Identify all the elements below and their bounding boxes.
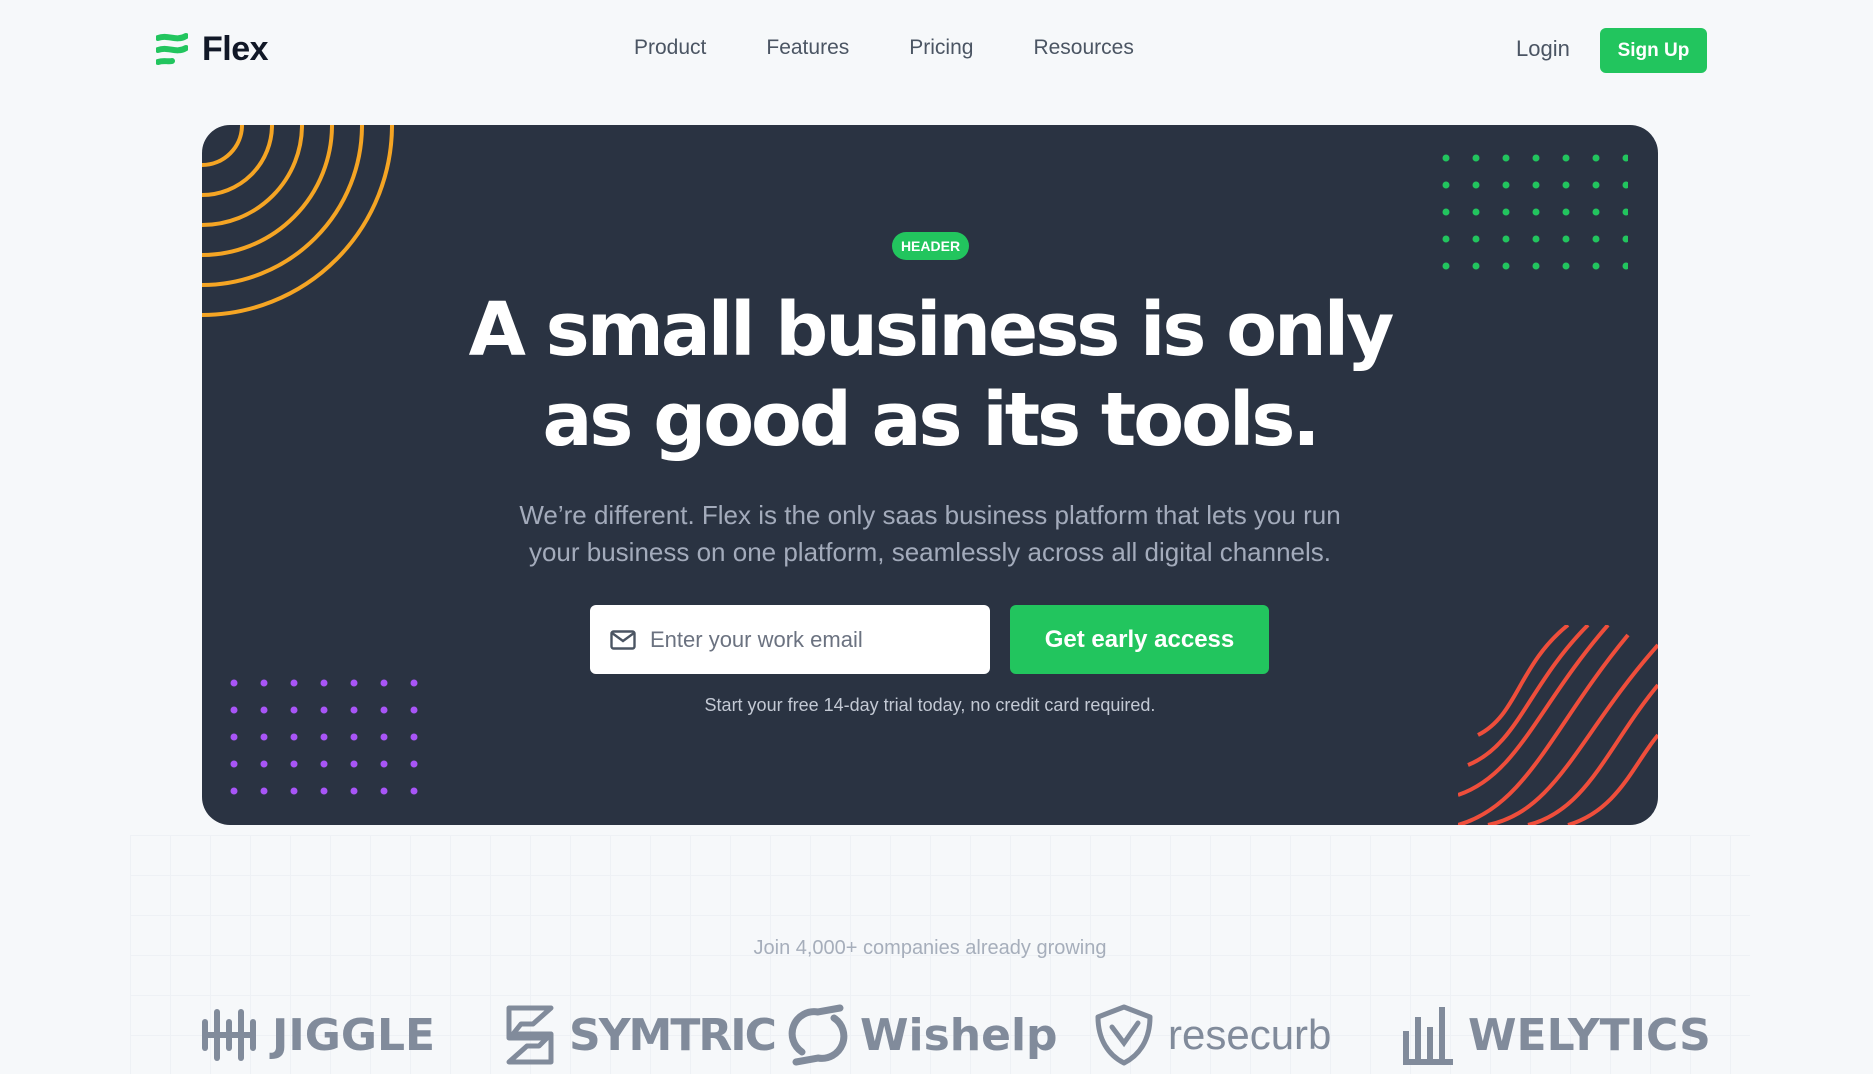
- nav-link-features[interactable]: Features: [766, 36, 849, 60]
- mail-icon: [610, 629, 636, 650]
- company-logo-symtric: SYMTRIC: [503, 1000, 777, 1070]
- brand-logo[interactable]: Flex: [156, 30, 269, 69]
- welytics-icon: [1403, 1007, 1453, 1065]
- company-logos: JIGGLE SYMTRIC Wishelp resecurb WELYTICS: [200, 1000, 1711, 1070]
- nav-links: Product Features Pricing Resources: [634, 36, 1134, 60]
- headline-line-1: A small business is only: [468, 287, 1395, 373]
- wishelp-icon: [788, 1004, 848, 1066]
- header-badge: HEADER: [892, 232, 969, 260]
- trial-note: Start your free 14-day trial today, no c…: [704, 695, 1156, 715]
- company-name-welytics: WELYTICS: [1468, 1009, 1711, 1061]
- flex-logo-icon: [156, 32, 188, 65]
- symtric-icon: [506, 1005, 554, 1065]
- purple-dots-decoration: [230, 679, 418, 795]
- social-proof-heading: Join 4,000+ companies already growing: [753, 937, 1107, 959]
- company-logo-welytics: WELYTICS: [1400, 1000, 1711, 1070]
- company-logo-resecurb: resecurb: [1092, 1000, 1331, 1070]
- company-logo-jiggle: JIGGLE: [200, 1000, 435, 1070]
- resecurb-shield-icon: [1095, 1004, 1153, 1066]
- headline-line-2: as good as its tools.: [542, 377, 1321, 463]
- nav-link-pricing[interactable]: Pricing: [909, 36, 973, 60]
- get-early-access-button[interactable]: Get early access: [1010, 605, 1269, 674]
- company-name-wishelp: Wishelp: [860, 1009, 1058, 1061]
- subtext-line-1: We’re different. Flex is the only saas b…: [519, 500, 1341, 530]
- subtext-line-2: your business on one platform, seamlessl…: [528, 537, 1332, 567]
- hero-card: HEADER A small business is only as good …: [202, 125, 1658, 825]
- jiggle-icon: [202, 1009, 256, 1061]
- red-waves-decoration: [1458, 625, 1658, 825]
- hero-headline: A small business is only as good as its …: [352, 285, 1508, 465]
- green-dots-decoration: [1442, 154, 1628, 270]
- email-field-wrapper[interactable]: [590, 605, 990, 674]
- brand-name: Flex: [202, 30, 269, 68]
- company-name-symtric: SYMTRIC: [569, 1009, 777, 1061]
- hero-subtext: We’re different. Flex is the only saas b…: [462, 497, 1398, 571]
- company-name-jiggle: JIGGLE: [272, 1009, 436, 1061]
- login-link[interactable]: Login: [1516, 36, 1570, 62]
- top-nav: Flex Product Features Pricing Resources …: [0, 0, 1873, 100]
- company-name-resecurb: resecurb: [1168, 1011, 1332, 1058]
- nav-link-product[interactable]: Product: [634, 36, 706, 60]
- company-logo-wishelp: Wishelp: [788, 1000, 1058, 1070]
- email-input[interactable]: [650, 626, 970, 653]
- nav-link-resources[interactable]: Resources: [1033, 36, 1133, 60]
- signup-button[interactable]: Sign Up: [1600, 28, 1707, 73]
